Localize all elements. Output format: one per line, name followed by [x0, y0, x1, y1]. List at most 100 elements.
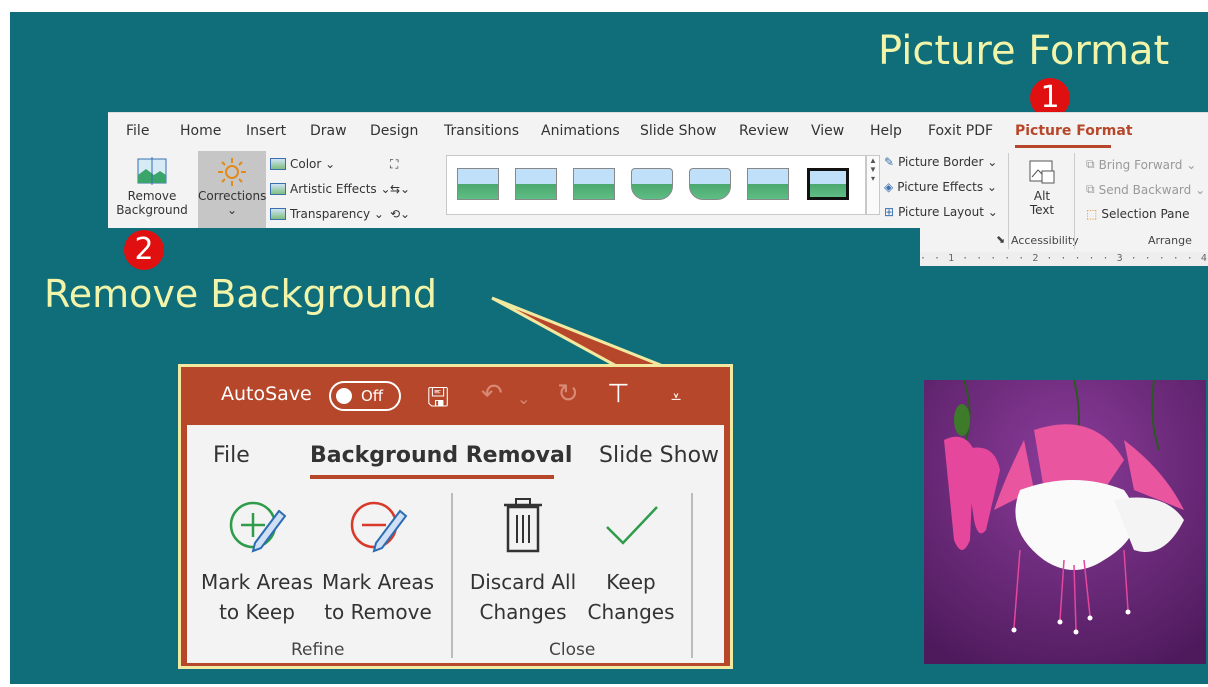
layout-icon: ⊞	[884, 205, 895, 219]
alt-text-icon	[1029, 160, 1055, 184]
tab-file[interactable]: File	[126, 123, 149, 139]
tab-foxit-pdf[interactable]: Foxit PDF	[928, 123, 993, 139]
artistic-effects-icon	[270, 183, 286, 195]
send-backward-label: Send Backward ⌄	[1098, 182, 1206, 197]
selection-pane-icon: ⬚	[1086, 207, 1098, 221]
discard-label-2: Changes	[479, 600, 567, 624]
keep-label-2: Changes	[587, 600, 675, 624]
popup-tab-background-removal[interactable]: Background Removal	[310, 443, 572, 468]
checkmark-icon	[606, 506, 658, 545]
mark-keep-label-2: to Keep	[219, 600, 295, 624]
picture-effects-button[interactable]: ◈ Picture Effects ⌄	[884, 180, 997, 194]
tab-view[interactable]: View	[811, 123, 844, 139]
popup-tab-file[interactable]: File	[213, 443, 250, 468]
change-picture-icon[interactable]: ⇆⌄	[390, 182, 410, 196]
dialog-launcher-icon[interactable]: ⬊	[996, 233, 1005, 246]
corrections-dropdown-arrow: ⌄	[226, 203, 238, 217]
remove-background-icon	[137, 157, 167, 185]
mark-remove-label-1: Mark Areas	[321, 570, 435, 594]
picture-border-button[interactable]: ✎ Picture Border ⌄	[884, 155, 997, 169]
picture-style-4[interactable]	[631, 168, 673, 200]
alt-text-button[interactable]: Alt Text	[1016, 157, 1068, 217]
autosave-toggle[interactable]: Off	[329, 381, 401, 411]
tab-animations[interactable]: Animations	[541, 123, 620, 139]
alt-text-label-2: Text	[1029, 203, 1055, 217]
artistic-effects-label: Artistic Effects ⌄	[290, 182, 391, 196]
effects-icon: ◈	[884, 180, 894, 194]
tab-slide-show[interactable]: Slide Show	[640, 123, 716, 139]
gallery-scroll[interactable]: ▲ ▼ ▾	[866, 155, 880, 215]
send-backward-button[interactable]: ⧉ Send Backward ⌄	[1086, 182, 1205, 197]
transparency-button[interactable]: Transparency ⌄	[270, 207, 384, 221]
bring-forward-button[interactable]: ⧉ Bring Forward ⌄	[1086, 157, 1196, 172]
active-tab-underline	[1015, 145, 1111, 148]
bring-forward-icon: ⧉	[1086, 157, 1095, 171]
picture-style-3[interactable]	[573, 168, 615, 200]
remove-background-button[interactable]: Remove Background	[112, 157, 192, 217]
selection-pane-button[interactable]: ⬚ Selection Pane	[1086, 207, 1190, 221]
picture-border-label: Picture Border ⌄	[898, 155, 998, 169]
picture-effects-label: Picture Effects ⌄	[897, 180, 997, 194]
gallery-more-icon[interactable]: ▾	[867, 174, 879, 183]
compress-pictures-icon[interactable]: ⛶	[390, 157, 398, 172]
keep-changes-button[interactable]: Keep Changes	[583, 497, 679, 627]
undo-icon[interactable]: ↶	[481, 379, 503, 409]
tab-insert[interactable]: Insert	[246, 123, 286, 139]
picture-style-7[interactable]	[807, 168, 849, 200]
autosave-label: AutoSave	[221, 383, 312, 405]
popup-separator	[451, 493, 453, 658]
popup-tab-slide-show[interactable]: Slide Show	[599, 443, 719, 468]
presentation-icon[interactable]: ⊤	[607, 379, 630, 409]
separator	[1074, 153, 1075, 249]
ribbon-tabs: File Home Insert Draw Design Transitions…	[108, 113, 1208, 149]
close-group-label: Close	[549, 640, 596, 660]
save-icon[interactable]: 🖫	[427, 379, 449, 423]
mark-keep-icon	[229, 501, 287, 553]
picture-style-1[interactable]	[457, 168, 499, 200]
picture-style-6[interactable]	[747, 168, 789, 200]
separator	[1008, 153, 1009, 249]
keep-label-1: Keep	[606, 570, 656, 594]
accessibility-group-label: Accessibility	[1011, 234, 1079, 247]
tab-picture-format[interactable]: Picture Format	[1015, 123, 1133, 139]
trash-icon	[504, 498, 542, 553]
popup-active-tab-underline	[310, 475, 554, 479]
reset-picture-icon[interactable]: ⟲⌄	[390, 207, 410, 221]
picture-layout-label: Picture Layout ⌄	[898, 205, 998, 219]
flower-illustration	[924, 380, 1206, 664]
artistic-effects-button[interactable]: Artistic Effects ⌄	[270, 182, 391, 196]
picture-style-2[interactable]	[515, 168, 557, 200]
background-removal-popup: AutoSave Off 🖫 ↶ ⌄ ↻ ⊤ ⩡ File Background…	[178, 364, 733, 669]
color-label: Color ⌄	[290, 157, 336, 171]
popup-separator	[691, 493, 693, 658]
gallery-scroll-up-icon[interactable]: ▲	[867, 156, 879, 165]
fuchsia-flower-image	[924, 380, 1206, 664]
selection-pane-label: Selection Pane	[1101, 207, 1190, 221]
bring-forward-label: Bring Forward ⌄	[1098, 157, 1197, 172]
undo-dropdown-icon[interactable]: ⌄	[517, 389, 530, 408]
refine-group-label: Refine	[291, 640, 345, 660]
tab-design[interactable]: Design	[370, 123, 418, 139]
transparency-label: Transparency ⌄	[290, 207, 384, 221]
mark-areas-to-remove-button[interactable]: Mark Areas to Remove	[317, 497, 439, 627]
redo-icon[interactable]: ↻	[557, 379, 579, 409]
discard-all-changes-button[interactable]: Discard All Changes	[465, 497, 581, 627]
color-button[interactable]: Color ⌄	[270, 157, 335, 171]
mark-remove-icon	[350, 501, 408, 553]
sun-icon	[218, 158, 246, 186]
picture-style-5[interactable]	[689, 168, 731, 200]
alt-text-label-1: Alt	[1033, 189, 1051, 203]
popup-ribbon: File Background Removal Slide Show Mark …	[187, 425, 724, 663]
discard-label-1: Discard All	[469, 570, 577, 594]
tab-help[interactable]: Help	[870, 123, 902, 139]
tab-draw[interactable]: Draw	[310, 123, 347, 139]
mark-areas-to-keep-button[interactable]: Mark Areas to Keep	[197, 497, 317, 627]
customize-qat-icon[interactable]: ⩡	[671, 387, 681, 408]
arrange-group-label: Arrange	[1148, 234, 1192, 247]
tab-transitions[interactable]: Transitions	[444, 123, 519, 139]
picture-layout-button[interactable]: ⊞ Picture Layout ⌄	[884, 205, 998, 219]
corrections-button[interactable]: Corrections ⌄	[198, 157, 266, 217]
tab-home[interactable]: Home	[180, 123, 221, 139]
gallery-scroll-down-icon[interactable]: ▼	[867, 165, 879, 174]
tab-review[interactable]: Review	[739, 123, 789, 139]
